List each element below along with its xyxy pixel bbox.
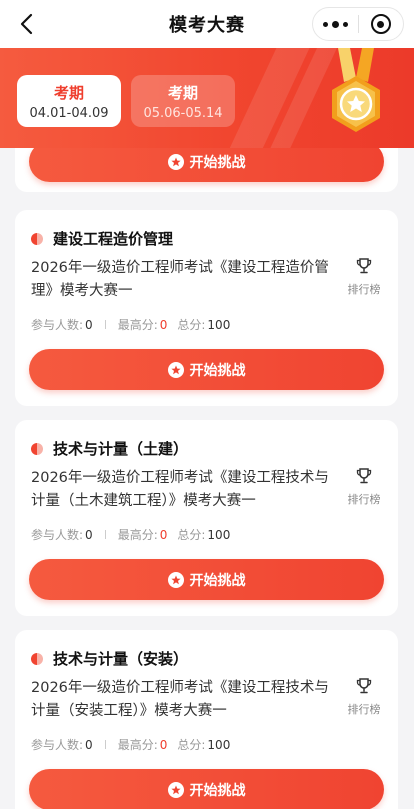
stats-divider xyxy=(104,320,106,329)
period-tab-label: 考期 xyxy=(53,84,84,102)
highest-score-value: 0 xyxy=(159,527,168,542)
total-score-label: 总分: xyxy=(177,738,206,752)
page-title: 模考大赛 xyxy=(169,15,245,36)
start-button-label: 开始挑战 xyxy=(189,782,246,799)
contest-card: 技术与计量（安装） 2026年一级造价工程师考试《建设工程技术与计量（安装工程）… xyxy=(15,630,398,809)
participants-label: 参与人数: xyxy=(31,318,84,332)
trophy-icon xyxy=(356,468,372,484)
card-stats: 参与人数: 0 最高分: 0 总分: 100 xyxy=(31,316,230,333)
back-icon[interactable] xyxy=(14,12,38,36)
participants-value: 0 xyxy=(85,737,93,752)
card-description: 2026年一级造价工程师考试《建设工程造价管理》模考大赛一 xyxy=(31,260,329,299)
leaderboard-label: 排行榜 xyxy=(347,703,381,716)
highest-score-value: 0 xyxy=(159,317,168,332)
total-score-label: 总分: xyxy=(177,528,206,542)
subject-dot-icon xyxy=(31,652,43,665)
contest-card: 技术与计量（土建） 2026年一级造价工程师考试《建设工程技术与计量（土木建筑工… xyxy=(15,420,398,616)
start-button[interactable]: 开始挑战 xyxy=(29,559,384,600)
start-button-label: 开始挑战 xyxy=(189,572,246,589)
subject-dot-icon xyxy=(31,442,43,455)
total-score-value: 100 xyxy=(207,317,231,332)
participants-label: 参与人数: xyxy=(31,528,84,542)
star-icon xyxy=(167,781,184,798)
close-icon[interactable] xyxy=(359,8,403,40)
mini-program-capsule xyxy=(312,7,404,41)
start-button[interactable]: 开始挑战 xyxy=(29,148,384,182)
trophy-icon xyxy=(356,678,372,694)
participants-value: 0 xyxy=(85,317,93,332)
stats-divider xyxy=(104,530,106,539)
period-tab-2[interactable]: 考期 05.06-05.14 xyxy=(131,75,235,127)
period-tab-label: 考期 xyxy=(167,84,198,102)
star-icon xyxy=(167,571,184,588)
nav-bar: 模考大赛 xyxy=(0,0,414,48)
leaderboard-button[interactable]: 排行榜 xyxy=(344,467,384,507)
contest-card: 开始挑战 xyxy=(15,148,398,192)
card-description: 2026年一级造价工程师考试《建设工程技术与计量（安装工程）》模考大赛一 xyxy=(31,680,329,719)
leaderboard-button[interactable]: 排行榜 xyxy=(344,257,384,297)
header-banner: 考期 04.01-04.09 考期 05.06-05.14 xyxy=(0,48,414,148)
contest-list[interactable]: 开始挑战 建设工程造价管理 2026年一级造价工程师考试《建设工程造价管理》模考… xyxy=(0,148,414,809)
star-icon xyxy=(167,153,184,170)
participants-value: 0 xyxy=(85,527,93,542)
highest-score-label: 最高分: xyxy=(117,318,158,332)
card-header: 建设工程造价管理 xyxy=(31,228,173,249)
stats-divider xyxy=(104,740,106,749)
start-button[interactable]: 开始挑战 xyxy=(29,769,384,809)
card-header: 技术与计量（土建） xyxy=(31,438,188,459)
subject-dot-icon xyxy=(31,232,43,245)
participants-label: 参与人数: xyxy=(31,738,84,752)
total-score-label: 总分: xyxy=(177,318,206,332)
leaderboard-label: 排行榜 xyxy=(347,283,381,296)
card-stats: 参与人数: 0 最高分: 0 总分: 100 xyxy=(31,736,230,753)
contest-card: 建设工程造价管理 2026年一级造价工程师考试《建设工程造价管理》模考大赛一 排… xyxy=(15,210,398,406)
trophy-icon xyxy=(356,258,372,274)
card-subject: 建设工程造价管理 xyxy=(53,230,174,248)
leaderboard-button[interactable]: 排行榜 xyxy=(344,677,384,717)
card-subject: 技术与计量（安装） xyxy=(53,650,189,668)
start-button-label: 开始挑战 xyxy=(189,362,246,379)
highest-score-label: 最高分: xyxy=(117,528,158,542)
period-tab-1[interactable]: 考期 04.01-04.09 xyxy=(17,75,121,127)
card-subject: 技术与计量（土建） xyxy=(53,440,189,458)
period-tab-range: 05.06-05.14 xyxy=(143,106,223,121)
leaderboard-label: 排行榜 xyxy=(347,493,381,506)
star-icon xyxy=(167,361,184,378)
card-description: 2026年一级造价工程师考试《建设工程技术与计量（土木建筑工程）》模考大赛一 xyxy=(31,470,329,509)
start-button[interactable]: 开始挑战 xyxy=(29,349,384,390)
card-header: 技术与计量（安装） xyxy=(31,648,188,669)
card-stats: 参与人数: 0 最高分: 0 总分: 100 xyxy=(31,526,230,543)
total-score-value: 100 xyxy=(207,737,231,752)
medal-icon xyxy=(316,48,396,148)
more-icon[interactable] xyxy=(313,8,358,40)
period-tab-range: 04.01-04.09 xyxy=(29,106,109,121)
total-score-value: 100 xyxy=(207,527,231,542)
highest-score-value: 0 xyxy=(159,737,168,752)
start-button-label: 开始挑战 xyxy=(189,154,246,171)
highest-score-label: 最高分: xyxy=(117,738,158,752)
